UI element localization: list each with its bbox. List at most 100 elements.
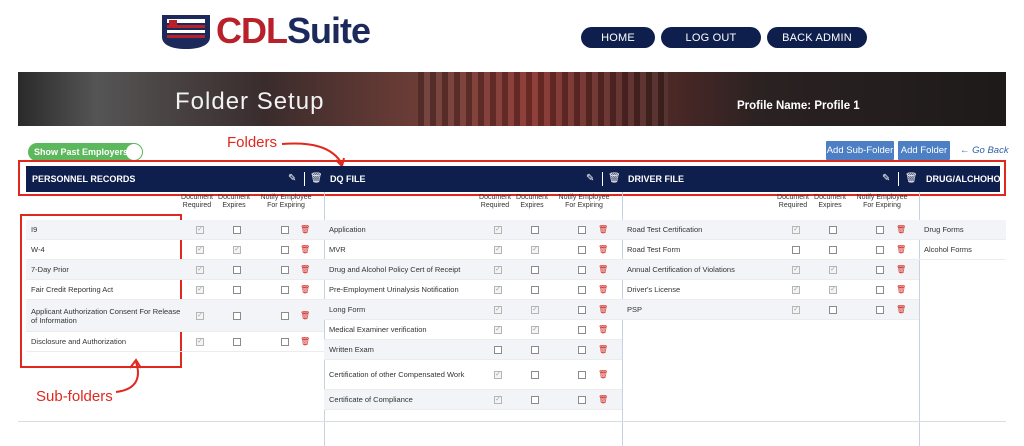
doc-required-checkbox[interactable]: ✓ [494, 246, 502, 254]
doc-expires-checkbox[interactable] [233, 266, 241, 274]
trash-icon[interactable]: 🗑 [300, 245, 310, 254]
doc-expires-checkbox[interactable] [531, 266, 539, 274]
doc-required-checkbox[interactable]: ✓ [792, 286, 800, 294]
trash-icon[interactable]: 🗑 [896, 285, 906, 294]
doc-expires-checkbox[interactable] [531, 371, 539, 379]
notify-checkbox[interactable] [281, 266, 289, 274]
trash-icon[interactable]: 🗑 [896, 305, 906, 314]
subfolder-row[interactable]: Road Test Form [622, 240, 919, 260]
notify-checkbox[interactable] [578, 246, 586, 254]
home-button[interactable]: HOME [581, 27, 655, 48]
trash-icon[interactable]: 🗑 [896, 245, 906, 254]
doc-required-checkbox[interactable]: ✓ [792, 266, 800, 274]
trash-icon[interactable]: 🗑 [598, 305, 608, 314]
doc-required-checkbox[interactable]: ✓ [196, 246, 204, 254]
add-subfolder-button[interactable]: Add Sub-Folder [826, 141, 894, 160]
doc-expires-checkbox[interactable] [829, 306, 837, 314]
doc-required-checkbox[interactable] [494, 346, 502, 354]
doc-required-checkbox[interactable]: ✓ [196, 266, 204, 274]
trash-icon[interactable]: 🗑 [598, 225, 608, 234]
doc-expires-checkbox[interactable] [531, 396, 539, 404]
logout-button[interactable]: LOG OUT [661, 27, 761, 48]
doc-expires-checkbox[interactable] [233, 312, 241, 320]
trash-icon[interactable]: 🗑 [598, 325, 608, 334]
notify-checkbox[interactable] [578, 226, 586, 234]
doc-expires-checkbox[interactable] [531, 346, 539, 354]
doc-expires-checkbox[interactable]: ✓ [531, 326, 539, 334]
subfolder-row[interactable]: Annual Certification of Violations [622, 260, 919, 280]
notify-checkbox[interactable] [876, 266, 884, 274]
notify-checkbox[interactable] [578, 396, 586, 404]
notify-checkbox[interactable] [578, 266, 586, 274]
subfolder-row[interactable]: I9 [26, 220, 324, 240]
subfolder-row[interactable]: PSP [622, 300, 919, 320]
subfolder-row[interactable]: Alcohol Forms [919, 240, 1006, 260]
notify-checkbox[interactable] [578, 286, 586, 294]
doc-required-checkbox[interactable]: ✓ [494, 306, 502, 314]
notify-checkbox[interactable] [281, 226, 289, 234]
trash-icon[interactable]: 🗑 [598, 370, 608, 379]
doc-required-checkbox[interactable]: ✓ [494, 396, 502, 404]
add-folder-button[interactable]: Add Folder [898, 141, 950, 160]
doc-expires-checkbox[interactable] [829, 246, 837, 254]
doc-expires-checkbox[interactable] [531, 226, 539, 234]
subfolder-row[interactable]: Road Test Certification [622, 220, 919, 240]
trash-icon[interactable]: 🗑 [598, 395, 608, 404]
notify-checkbox[interactable] [578, 306, 586, 314]
subfolder-row[interactable]: Fair Credit Reporting Act [26, 280, 324, 300]
show-past-employers-toggle[interactable]: Show Past Employers [28, 143, 143, 161]
subfolder-row[interactable]: 7-Day Prior [26, 260, 324, 280]
doc-expires-checkbox[interactable] [233, 286, 241, 294]
trash-icon[interactable]: 🗑 [300, 265, 310, 274]
doc-required-checkbox[interactable]: ✓ [494, 286, 502, 294]
subfolder-row[interactable]: Drug Forms [919, 220, 1006, 240]
doc-required-checkbox[interactable]: ✓ [196, 286, 204, 294]
go-back-link[interactable]: ← Go Back [960, 145, 1009, 156]
notify-checkbox[interactable] [876, 226, 884, 234]
notify-checkbox[interactable] [578, 346, 586, 354]
doc-required-checkbox[interactable]: ✓ [792, 306, 800, 314]
trash-icon[interactable]: 🗑 [598, 345, 608, 354]
doc-required-checkbox[interactable]: ✓ [494, 326, 502, 334]
notify-checkbox[interactable] [281, 246, 289, 254]
doc-expires-checkbox[interactable] [233, 226, 241, 234]
trash-icon[interactable]: 🗑 [598, 245, 608, 254]
notify-checkbox[interactable] [578, 326, 586, 334]
doc-expires-checkbox[interactable] [531, 286, 539, 294]
doc-required-checkbox[interactable]: ✓ [196, 312, 204, 320]
doc-required-checkbox[interactable]: ✓ [196, 338, 204, 346]
notify-checkbox[interactable] [578, 371, 586, 379]
notify-checkbox[interactable] [876, 246, 884, 254]
trash-icon[interactable]: 🗑 [598, 285, 608, 294]
trash-icon[interactable]: 🗑 [300, 337, 310, 346]
notify-checkbox[interactable] [281, 338, 289, 346]
doc-required-checkbox[interactable]: ✓ [494, 266, 502, 274]
doc-expires-checkbox[interactable]: ✓ [531, 306, 539, 314]
back-admin-button[interactable]: BACK ADMIN [767, 27, 867, 48]
doc-required-checkbox[interactable]: ✓ [494, 226, 502, 234]
trash-icon[interactable]: 🗑 [300, 225, 310, 234]
notify-checkbox[interactable] [281, 286, 289, 294]
trash-icon[interactable]: 🗑 [300, 285, 310, 294]
subfolder-row[interactable]: Disclosure and Authorization [26, 332, 324, 352]
doc-required-checkbox[interactable]: ✓ [196, 226, 204, 234]
doc-expires-checkbox[interactable]: ✓ [829, 286, 837, 294]
doc-required-checkbox[interactable] [792, 246, 800, 254]
subfolder-row[interactable]: W-4 [26, 240, 324, 260]
trash-icon[interactable]: 🗑 [896, 225, 906, 234]
doc-expires-checkbox[interactable] [829, 226, 837, 234]
subfolder-row[interactable]: Applicant Authorization Consent For Rele… [26, 300, 324, 332]
notify-checkbox[interactable] [876, 286, 884, 294]
doc-required-checkbox[interactable]: ✓ [792, 226, 800, 234]
doc-expires-checkbox[interactable]: ✓ [233, 246, 241, 254]
doc-expires-checkbox[interactable] [233, 338, 241, 346]
trash-icon[interactable]: 🗑 [598, 265, 608, 274]
trash-icon[interactable]: 🗑 [300, 311, 310, 320]
doc-required-checkbox[interactable]: ✓ [494, 371, 502, 379]
notify-checkbox[interactable] [876, 306, 884, 314]
notify-checkbox[interactable] [281, 312, 289, 320]
subfolder-row[interactable]: Driver's License [622, 280, 919, 300]
doc-expires-checkbox[interactable]: ✓ [829, 266, 837, 274]
doc-expires-checkbox[interactable]: ✓ [531, 246, 539, 254]
trash-icon[interactable]: 🗑 [896, 265, 906, 274]
